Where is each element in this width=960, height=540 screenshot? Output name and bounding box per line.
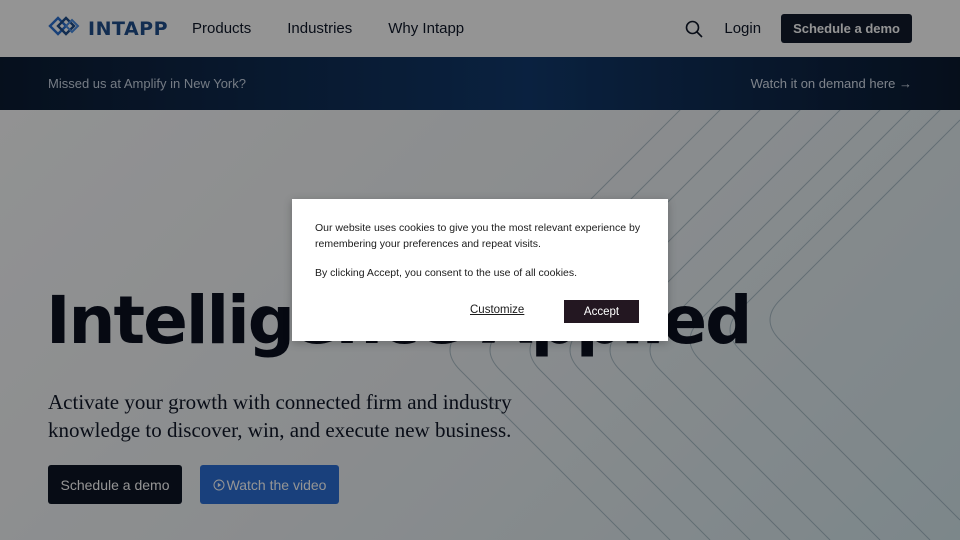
customize-link[interactable]: Customize [470, 304, 524, 316]
cookie-actions: Customize Accept [292, 300, 668, 323]
cookie-consent-dialog: Our website uses cookies to give you the… [292, 199, 668, 341]
accept-button[interactable]: Accept [564, 300, 639, 323]
cookie-consent-message: By clicking Accept, you consent to the u… [315, 267, 578, 279]
cookie-message: Our website uses cookies to give you the… [315, 222, 641, 250]
